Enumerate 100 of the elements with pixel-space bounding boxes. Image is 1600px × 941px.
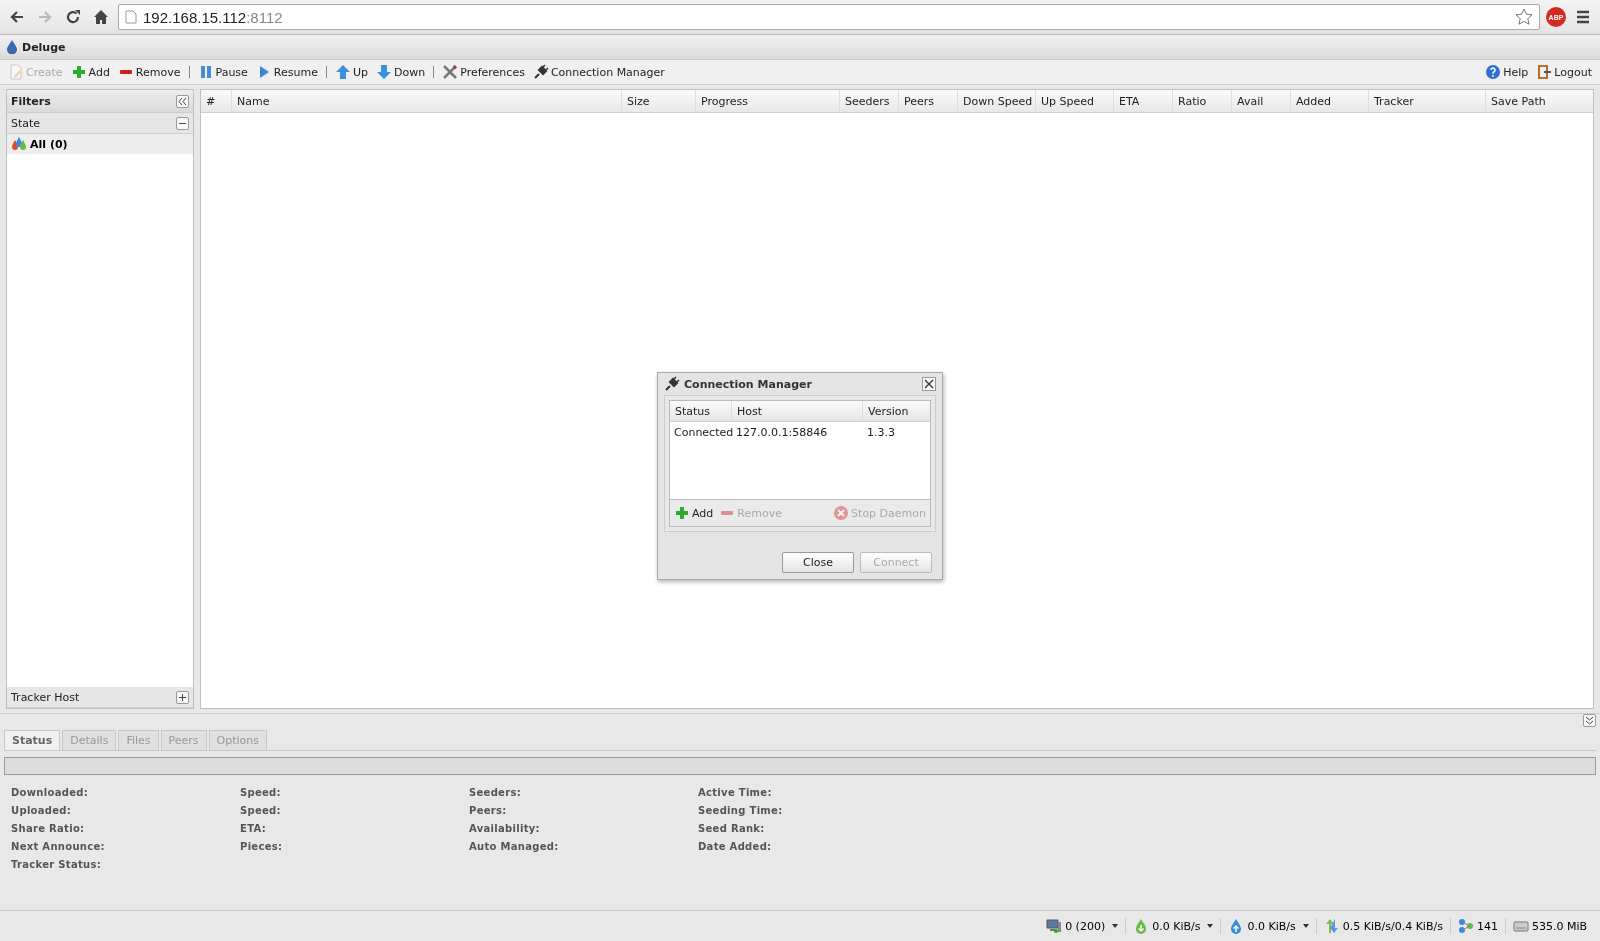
- reload-icon: [65, 9, 81, 25]
- status-item[interactable]: 0.0 KiB/s: [1125, 918, 1221, 934]
- document-pencil-icon: [8, 64, 24, 80]
- column-header[interactable]: Version: [863, 401, 923, 421]
- double-chevron-icon: [178, 96, 187, 106]
- network-nodes-icon: [1457, 918, 1474, 934]
- status-item[interactable]: 0.0 KiB/s: [1220, 918, 1316, 934]
- plus-icon: [70, 64, 87, 80]
- collapse-button[interactable]: [176, 94, 189, 108]
- double-chevron-icon: [1585, 716, 1594, 725]
- collapse-button[interactable]: [1583, 714, 1596, 727]
- forward-arrow-icon: [37, 9, 53, 25]
- star-icon[interactable]: [1515, 8, 1533, 26]
- field-label: Speed:: [240, 803, 282, 818]
- table-cell-text: 127.0.0.1:58846: [735, 424, 829, 441]
- toolbar-button[interactable]: Resume: [251, 64, 322, 80]
- door-icon: [1536, 64, 1553, 80]
- field-label: Speed:: [240, 785, 282, 800]
- column-header[interactable]: Seeders: [840, 90, 899, 112]
- section-title: State: [11, 116, 41, 130]
- app-title: Deluge: [22, 40, 66, 54]
- field-label: Seeding Time:: [698, 803, 784, 818]
- field-label: Peers:: [469, 803, 508, 818]
- toolbar-button[interactable]: Logout: [1532, 64, 1596, 80]
- column-header[interactable]: Progress: [696, 90, 840, 112]
- field-label: Auto Managed:: [469, 839, 560, 854]
- field-label: Active Time:: [698, 785, 773, 800]
- close-icon: [923, 378, 935, 390]
- field-label: Availability:: [469, 821, 541, 836]
- collapse-button[interactable]: [176, 116, 189, 130]
- plug-icon: [664, 376, 680, 392]
- field-label: Pieces:: [240, 839, 284, 854]
- dialog-title: Connection Manager: [684, 377, 813, 391]
- plus-icon: [674, 505, 690, 521]
- column-header[interactable]: ETA: [1114, 90, 1173, 112]
- toolbar-button[interactable]: Pause: [188, 66, 252, 78]
- drops-icon: [11, 137, 27, 151]
- stop-icon: [833, 505, 850, 521]
- address-bar[interactable]: 192.168.15.112:8112: [118, 4, 1540, 30]
- dialog-button[interactable]: Close: [782, 552, 854, 573]
- column-header[interactable]: Ratio: [1173, 90, 1232, 112]
- toolbar-button[interactable]: Preferences: [433, 66, 529, 78]
- computer-icon: [1046, 918, 1063, 934]
- column-header[interactable]: Peers: [899, 90, 958, 112]
- hard-drive-icon: [1512, 918, 1529, 934]
- water-drop-icon: [6, 40, 18, 54]
- close-button[interactable]: [922, 377, 936, 391]
- plug-icon: [532, 64, 549, 80]
- menu-icon: [1575, 9, 1591, 25]
- column-header[interactable]: Size: [622, 90, 696, 112]
- field-label: Date Added:: [698, 839, 773, 854]
- status-item[interactable]: 535.0 MiB: [1504, 918, 1594, 934]
- table-cell-text: 1.3.3: [866, 424, 896, 441]
- column-header[interactable]: Name: [232, 90, 622, 112]
- field-label: Next Announce:: [11, 839, 106, 854]
- status-item[interactable]: 141: [1449, 918, 1505, 934]
- up-arrow-icon: [334, 64, 351, 80]
- home-icon: [93, 9, 109, 25]
- column-header[interactable]: Avail: [1232, 90, 1291, 112]
- wrench-screwdriver-icon: [442, 64, 459, 80]
- plus-icon: [178, 692, 187, 702]
- status-item[interactable]: 0.5 KiB/s/0.4 KiB/s: [1315, 918, 1450, 934]
- field-label: Share Ratio:: [11, 821, 86, 836]
- up-down-arrows-icon: [1323, 918, 1340, 934]
- toolbar-button[interactable]: Add: [66, 64, 114, 80]
- column-header[interactable]: Down Speed: [958, 90, 1036, 112]
- column-header[interactable]: Added: [1291, 90, 1369, 112]
- column-header[interactable]: Up Speed: [1036, 90, 1114, 112]
- field-label: ETA:: [240, 821, 267, 836]
- field-label: Tracker Status:: [11, 857, 102, 872]
- down-arrow-icon: [376, 64, 392, 80]
- filter-item[interactable]: All (0): [7, 134, 193, 154]
- toolbar-button[interactable]: Up: [325, 66, 372, 78]
- status-item[interactable]: 0 (200): [1039, 918, 1126, 934]
- caret-icon: [1207, 924, 1214, 928]
- back-arrow-icon: [9, 9, 25, 25]
- details-tab[interactable]: Status: [4, 730, 61, 750]
- action-button[interactable]: Add: [674, 505, 714, 521]
- help-icon: [1485, 64, 1502, 80]
- table-cell-text: Connected: [673, 424, 732, 441]
- column-header[interactable]: Tracker: [1369, 90, 1486, 112]
- toolbar-button[interactable]: Down: [372, 64, 430, 80]
- field-label: Downloaded:: [11, 785, 89, 800]
- column-header[interactable]: Status: [670, 401, 732, 421]
- field-label: Seeders:: [469, 785, 522, 800]
- caret-icon: [1112, 924, 1119, 928]
- section-title: Tracker Host: [11, 690, 80, 704]
- toolbar-button[interactable]: Connection Manager: [528, 64, 669, 80]
- column-header[interactable]: Save Path: [1486, 90, 1593, 112]
- host-row[interactable]: Connected 127.0.0.1:58846 1.3.3: [670, 422, 930, 442]
- field-label: Seed Rank:: [698, 821, 766, 836]
- page-icon: [125, 10, 137, 24]
- column-header[interactable]: Host: [732, 401, 863, 421]
- expand-button[interactable]: [176, 690, 189, 704]
- field-label: Uploaded:: [11, 803, 73, 818]
- toolbar-button[interactable]: Help: [1481, 64, 1533, 80]
- caret-icon: [1302, 924, 1309, 928]
- panel-title: Filters: [11, 94, 51, 108]
- toolbar-button[interactable]: Remove: [113, 64, 185, 80]
- column-header[interactable]: #: [201, 90, 232, 112]
